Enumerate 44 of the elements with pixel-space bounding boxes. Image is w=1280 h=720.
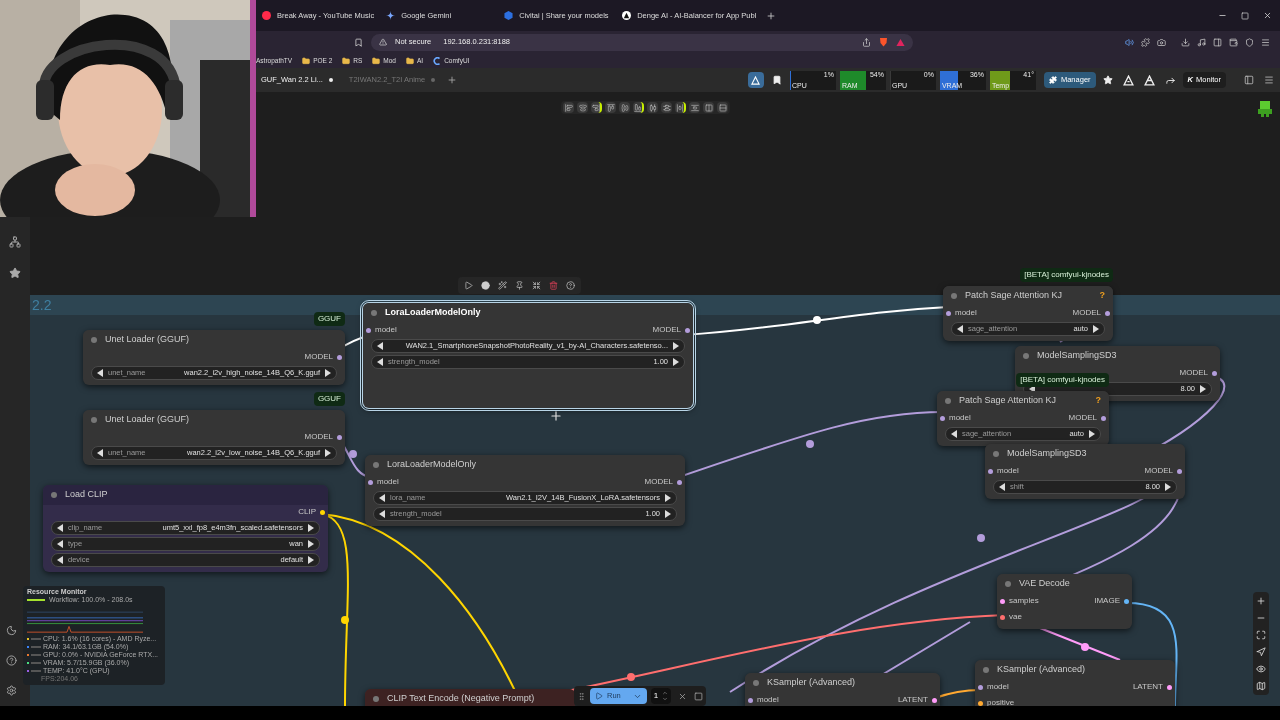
node-title: KSampler (Advanced) xyxy=(997,663,1086,677)
node-title: ModelSamplingSD3 xyxy=(1007,447,1087,461)
node-title: VAE Decode xyxy=(1019,577,1070,591)
node-card[interactable]: KSampler (Advanced) model LATENT positive xyxy=(975,660,1175,706)
node-badge: GGUF xyxy=(313,312,345,326)
input-label: model xyxy=(757,694,779,706)
node-title: LoraLoaderModelOnly xyxy=(385,306,481,320)
output-label: MODEL xyxy=(652,324,681,336)
output-label: MODEL xyxy=(1072,307,1101,319)
input-label: samples xyxy=(1009,595,1039,607)
input-label: model xyxy=(987,681,1009,693)
group-title: 2.2 xyxy=(32,295,52,315)
node-title: Unet Loader (GGUF) xyxy=(105,333,190,347)
node-badge: [BETA] comfyui-kjnodes xyxy=(1016,373,1109,387)
node-title: Load CLIP xyxy=(65,488,108,502)
output-label: IMAGE xyxy=(1094,595,1120,607)
node-title: ModelSamplingSD3 xyxy=(1037,349,1117,363)
output-label: MODEL xyxy=(1179,367,1208,379)
node-title: CLIP Text Encode (Negative Prompt) xyxy=(387,692,535,706)
input-label: positive xyxy=(987,697,1015,706)
output-label: LATENT xyxy=(1132,681,1163,693)
node-title: Unet Loader (GGUF) xyxy=(105,413,190,427)
input-label: model xyxy=(997,465,1019,477)
output-label: MODEL xyxy=(304,431,333,443)
node-title: KSampler (Advanced) xyxy=(767,676,856,690)
node-title: LoraLoaderModelOnly xyxy=(387,458,477,472)
input-label: model xyxy=(955,307,977,319)
output-label: MODEL xyxy=(304,351,333,363)
node-card[interactable]: VAE Decode samples IMAGE vae xyxy=(997,574,1132,629)
input-label: model xyxy=(375,324,397,336)
input-label: model xyxy=(949,412,971,424)
node-card[interactable]: CLIP Text Encode (Negative Prompt) xyxy=(365,689,575,706)
input-label: vae xyxy=(1009,611,1022,623)
node-badge: [BETA] comfyui-kjnodes xyxy=(1020,268,1113,282)
node-card[interactable]: KSampler (Advanced) model LATENT xyxy=(745,673,940,706)
node-title: Patch Sage Attention KJ xyxy=(965,289,1063,303)
output-label: MODEL xyxy=(644,476,673,488)
output-label: MODEL xyxy=(1144,465,1173,477)
node-badge: GGUF xyxy=(313,392,345,406)
input-label: model xyxy=(377,476,399,488)
output-label: LATENT xyxy=(897,694,928,706)
output-label: CLIP xyxy=(298,506,316,518)
help-mark[interactable]: ? xyxy=(1099,289,1105,303)
output-label: MODEL xyxy=(1068,412,1097,424)
